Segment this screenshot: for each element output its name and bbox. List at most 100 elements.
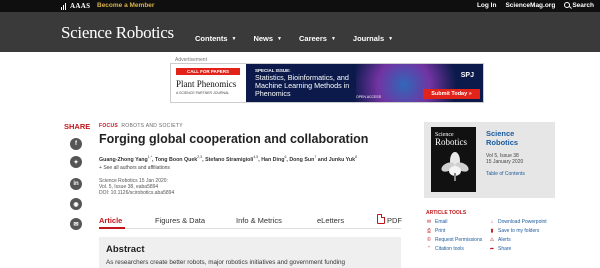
see-all-authors-link[interactable]: + See all authors and affiliations [99,165,170,171]
ad-plant-phenomics: CALL FOR PAPERS Plant Phenomics A SCIENC… [171,64,246,102]
author-name: Guang-Zhong Yang [99,156,148,163]
tab-pdf[interactable]: PDF [387,216,402,225]
tool-alerts[interactable]: ⚠ Alerts [489,237,511,243]
journal-issue-panel: Science Robotics Science Robotics Vol 5,… [424,122,555,198]
focus-tag: FOCUS [99,123,118,129]
email-icon[interactable]: ✉ [70,218,82,230]
facebook-icon[interactable]: f [70,138,82,150]
chevron-down-icon: ▼ [277,35,282,42]
tab-info-metrics[interactable]: Info & Metrics [236,216,282,225]
linkedin-icon[interactable]: in [70,178,82,190]
tool-save-folders[interactable]: ▮ Save to my folders [489,227,540,234]
article-meta: Science Robotics 15 Jan 2020: Vol. 5, Is… [99,178,174,196]
author-link[interactable]: Guang-Zhong Yang1,* [99,155,153,163]
search-link[interactable]: Search [564,2,594,9]
tool-label: Save to my folders [498,228,540,234]
pdf-icon[interactable] [377,214,385,224]
login-link[interactable]: Log In [477,2,497,9]
download-icon: ↓ [490,218,494,225]
journal-name-line: Robotics [486,138,519,147]
author-affiliation: 2,3 [197,155,203,159]
author-name: Junku Yuk [328,156,356,163]
twitter-icon[interactable]: ✦ [70,156,82,168]
author-link[interactable]: Han Ding6 [261,155,287,163]
tool-email[interactable]: ✉ Email [426,219,448,225]
journal-name-line: Science [486,129,515,138]
aaas-logo-icon [61,2,68,10]
advertisement-banner[interactable]: CALL FOR PAPERS Plant Phenomics A SCIENC… [170,63,484,103]
aaas-logo-text: AAAS [70,2,91,10]
issue-cover-image[interactable]: Science Robotics [431,127,476,192]
issue-date: 15 January 2020 [486,159,524,165]
cover-title-line: Robotics [435,137,468,147]
top-right-links: Log In ScienceMag.org Search [477,2,594,9]
author-link[interactable]: Tong Boon Quek2,3 [154,155,203,163]
author-name: Tong Boon Quek [154,156,198,163]
abstract-text: As researchers create better robots, maj… [106,259,346,266]
tool-label: Citation tools [435,246,464,252]
search-label: Search [572,2,594,9]
ad-submit-button[interactable]: Submit Today » [423,89,480,99]
author-name: Stefano Stramigioli [205,156,254,163]
sciencemag-link[interactable]: ScienceMag.org [505,2,555,9]
ad-spj-logo: SPJ [460,72,474,79]
nav-news[interactable]: News ▼ [253,34,282,43]
ad-special-issue: SPECIAL ISSUE: Statistics, Bioinformatic… [246,64,483,102]
nav-label: Contents [195,34,228,43]
journal-volume: Vol 5, Issue 38 15 January 2020 [486,153,523,165]
tool-label: Print [435,228,446,234]
tool-download-powerpoint[interactable]: ↓ Download Powerpoint [489,219,547,225]
share-label: SHARE [64,122,91,131]
share-icon: ➦ [489,245,495,252]
ad-open-access: OPEN ACCESS [356,95,382,99]
nav-label: Careers [299,34,327,43]
author-link[interactable]: Stefano Stramigioli4,5 [205,155,259,163]
author-link[interactable]: Junku Yuk8 [328,155,358,163]
chevron-down-icon: ▼ [231,35,237,42]
ad-plant-title: Plant Phenomics [176,79,237,89]
author-affiliation: 6 [284,155,287,159]
tab-figures-data[interactable]: Figures & Data [155,216,205,225]
tool-label: Request Permissions [435,237,483,243]
tool-label: Download Powerpoint [498,219,547,225]
ad-plant-subtitle: A SCIENCE PARTNER JOURNAL [176,91,230,95]
brand-logo[interactable]: Science Robotics [61,23,174,43]
author-name: Han Ding [261,156,285,163]
article-category: FOCUS ROBOTS AND SOCIETY [99,123,183,129]
permissions-icon: © [427,236,431,243]
nav-label: News [253,34,274,43]
chevron-down-icon: ▼ [388,35,394,42]
see-all-label: See all authors and affiliations [103,165,170,171]
flower-icon [441,152,469,181]
nav-contents[interactable]: Contents ▼ [195,34,236,43]
tool-citation[interactable]: “ Citation tools [426,246,464,252]
author-affiliation: 1,* [147,155,153,159]
tool-share[interactable]: ➦ Share [489,246,511,252]
nav-journals[interactable]: Journals ▼ [353,34,393,43]
journal-name[interactable]: Science Robotics [486,129,518,147]
folder-icon: ▮ [490,227,494,234]
tab-article[interactable]: Article [99,216,122,225]
author-affiliation: 4,5 [253,155,259,159]
site-header: Science Robotics Contents ▼ News ▼ Careers… [0,12,600,52]
table-of-contents-link[interactable]: Table of Contents [486,171,525,177]
top-bar: AAAS Become a Member Log In ScienceMag.o… [0,0,600,12]
author-link[interactable]: Dong Sun7 [289,155,316,163]
tool-label: Email [435,219,448,225]
author-list: Guang-Zhong Yang1,*, Tong Boon Quek2,3, … [99,155,358,163]
aaas-logo[interactable]: AAAS [61,2,90,10]
article-tabs: Article Figures & Data Info & Metrics eL… [99,213,402,229]
active-tab-indicator [99,227,125,229]
abstract-title: Abstract [106,244,145,255]
tool-label: Share [498,246,512,252]
author-affiliation: 8 [355,155,358,159]
reddit-icon[interactable]: ◉ [70,198,82,210]
nav-careers[interactable]: Careers ▼ [299,34,336,43]
print-icon: ⎙ [426,227,431,234]
main-nav: Contents ▼ News ▼ Careers ▼ Journals ▼ [195,34,393,43]
tool-request-permissions[interactable]: © Request Permissions [426,237,482,243]
alert-icon: ⚠ [489,236,495,243]
tool-print[interactable]: ⎙ Print [426,228,445,234]
become-member-link[interactable]: Become a Member [97,2,154,9]
tab-eletters[interactable]: eLetters [317,216,344,225]
